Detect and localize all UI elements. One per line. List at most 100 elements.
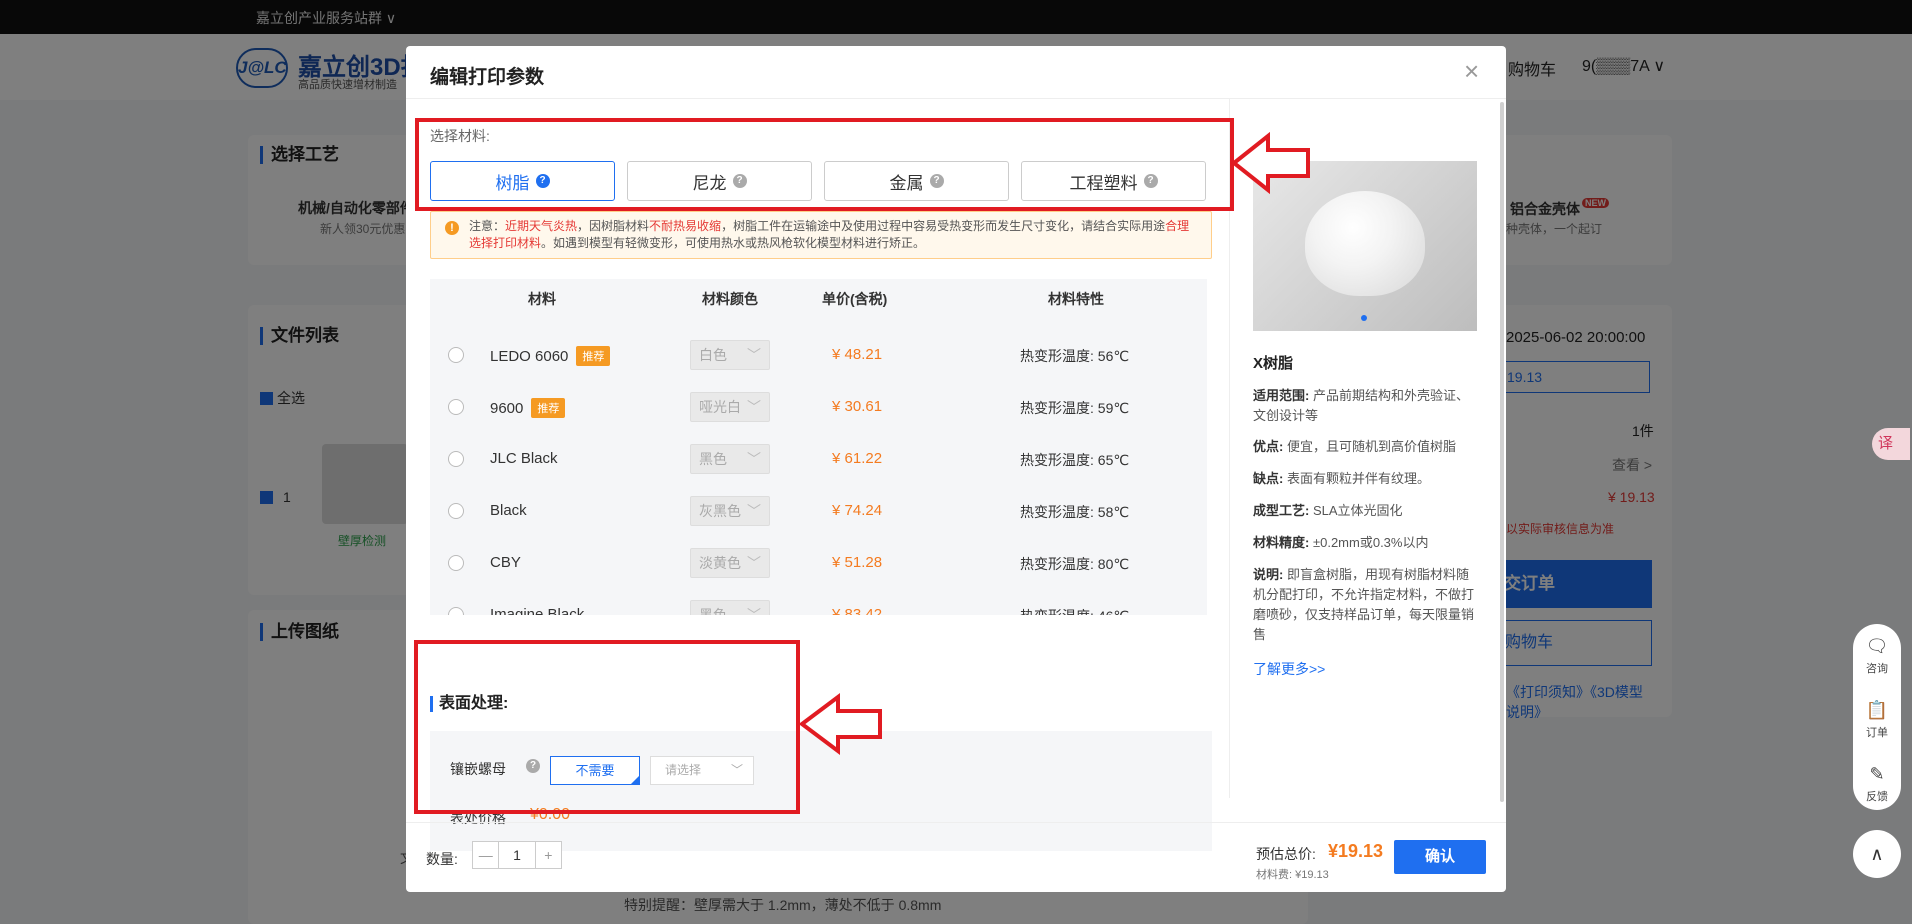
- material-name: Imagine Black: [490, 606, 584, 615]
- row-radio[interactable]: [448, 555, 464, 571]
- header-price: 单价(含税): [822, 291, 888, 307]
- color-select[interactable]: 灰黑色 ﹀: [690, 496, 770, 526]
- table-row[interactable]: JLC Black 黑色 ﹀ ¥ 61.22 热变形温度: 65℃: [430, 437, 1207, 489]
- chevron-down-icon: ﹀: [747, 555, 761, 571]
- notice-text-2: ，因树脂材料: [577, 219, 650, 233]
- info-process-text: SLA立体光固化: [1312, 503, 1403, 518]
- color-select[interactable]: 哑光白 ﹀: [690, 392, 770, 422]
- material-name-text: 9600: [490, 400, 524, 417]
- info-process: 成型工艺: SLA立体光固化: [1253, 501, 1478, 521]
- qty-plus-button[interactable]: +: [536, 842, 561, 868]
- color-value: 哑光白: [699, 399, 741, 415]
- chevron-down-icon: ﹀: [747, 607, 761, 615]
- color-select[interactable]: 淡黄色 ﹀: [690, 548, 770, 578]
- qty-input[interactable]: 1: [498, 842, 536, 868]
- color-select[interactable]: 黑色 ﹀: [690, 444, 770, 474]
- qty-minus-button[interactable]: —: [473, 842, 498, 868]
- unit-price: ¥ 61.22: [832, 450, 883, 467]
- table-row[interactable]: CBY 淡黄色 ﹀ ¥ 51.28 热变形温度: 80℃: [430, 541, 1207, 593]
- annotation-arrow-icon: [1230, 132, 1310, 194]
- unit-price: ¥ 48.21: [832, 346, 883, 363]
- learn-more-link[interactable]: 了解更多>>: [1253, 659, 1325, 679]
- info-precision: 材料精度: ±0.2mm或0.3%以内: [1253, 533, 1478, 553]
- material-property: 热变形温度: 80℃: [1020, 556, 1130, 572]
- info-process-label: 成型工艺:: [1253, 503, 1310, 518]
- clipboard-icon: 📋: [1865, 700, 1889, 720]
- info-desc-text: 即盲盒树脂，用现有树脂材料随机分配打印，不允许指定材料，不做打磨喷砂，仅支持样品…: [1253, 567, 1475, 642]
- unit-price: ¥ 51.28: [832, 554, 883, 571]
- info-pros-label: 优点:: [1253, 439, 1284, 454]
- confirm-button[interactable]: 确认: [1394, 840, 1486, 874]
- orders-label: 订单: [1866, 727, 1888, 739]
- table-row[interactable]: Black 灰黑色 ﹀ ¥ 74.24 热变形温度: 58℃: [430, 489, 1207, 541]
- unit-price: ¥ 83.42: [832, 606, 883, 615]
- material-property: 热变形温度: 46℃: [1020, 606, 1129, 615]
- feedback-button[interactable]: ✎ 反馈: [1853, 764, 1901, 804]
- chevron-down-icon: ﹀: [747, 503, 761, 519]
- color-value: 淡黄色: [699, 555, 741, 571]
- quantity-stepper: — 1 +: [472, 841, 562, 869]
- material-fee: 材料费: ¥19.13: [1256, 869, 1329, 881]
- info-precision-label: 材料精度:: [1253, 535, 1310, 550]
- info-pros-text: 便宜，且可随机到高价值树脂: [1286, 439, 1456, 454]
- footer-divider: [406, 822, 1506, 823]
- recommend-tag: 推荐: [576, 346, 611, 366]
- color-value: 白色: [699, 347, 727, 363]
- dialog-title: 编辑打印参数: [430, 67, 545, 88]
- table-row[interactable]: LEDO 6060 推荐 白色 ﹀ ¥ 48.21 热变形温度: 56℃: [430, 333, 1207, 385]
- consult-button[interactable]: 🗨 咨询: [1853, 636, 1901, 676]
- annotation-box-materials: [415, 118, 1234, 211]
- material-property: 热变形温度: 56℃: [1020, 348, 1130, 364]
- table-row[interactable]: 9600 推荐 哑光白 ﹀ ¥ 30.61 热变形温度: 59℃: [430, 385, 1207, 437]
- info-cons: 缺点: 表面有颗粒并伴有纹理。: [1253, 469, 1478, 489]
- dialog-scrollbar[interactable]: [1500, 102, 1504, 802]
- material-name: CBY: [490, 554, 521, 571]
- row-radio[interactable]: [448, 607, 464, 615]
- unit-price: ¥ 74.24: [832, 502, 883, 519]
- translate-icon[interactable]: 译: [1872, 428, 1910, 460]
- info-desc-label: 说明:: [1253, 567, 1284, 582]
- carousel-dot[interactable]: [1361, 315, 1367, 321]
- chevron-down-icon: ﹀: [747, 451, 761, 467]
- material-property: 热变形温度: 59℃: [1020, 400, 1130, 416]
- color-value: 灰黑色: [699, 503, 741, 519]
- quantity-label: 数量:: [426, 851, 458, 867]
- notice-text-4: 。如遇到模型有轻微变形，可使用热水或热风枪软化模型材料进行矫正。: [541, 236, 926, 250]
- header-material: 材料: [528, 291, 556, 307]
- material-name-text: Imagine Black: [490, 606, 585, 615]
- notice-highlight-1: 近期天气炎热: [505, 219, 578, 233]
- material-name: 9600 推荐: [490, 398, 566, 418]
- info-pros: 优点: 便宜，且可随机到高价值树脂: [1253, 437, 1478, 457]
- header-color: 材料颜色: [702, 291, 758, 307]
- row-radio[interactable]: [448, 503, 464, 519]
- title-divider: [406, 98, 1506, 99]
- notice-highlight-2: 不耐热易收缩: [649, 219, 722, 233]
- back-to-top-button[interactable]: ∧: [1853, 830, 1901, 878]
- close-icon[interactable]: ×: [1464, 56, 1479, 86]
- unit-price: ¥ 30.61: [832, 398, 883, 415]
- color-select[interactable]: 黑色 ﹀: [690, 600, 770, 615]
- chevron-down-icon: ﹀: [747, 347, 761, 363]
- material-name: Black: [490, 502, 527, 519]
- orders-button[interactable]: 📋 订单: [1853, 700, 1901, 740]
- row-radio[interactable]: [448, 451, 464, 467]
- material-table: 材料 材料颜色 单价(含税) 材料特性 LEDO 6060 推荐 白色 ﹀ ¥ 48…: [430, 279, 1207, 615]
- info-scope-label: 适用范围:: [1253, 388, 1310, 403]
- info-cons-label: 缺点:: [1253, 471, 1284, 486]
- material-property: 热变形温度: 65℃: [1020, 452, 1130, 468]
- table-row[interactable]: Imagine Black 黑色 ﹀ ¥ 83.42 热变形温度: 46℃: [430, 593, 1207, 615]
- color-select[interactable]: 白色 ﹀: [690, 340, 770, 370]
- row-radio[interactable]: [448, 399, 464, 415]
- annotation-arrow-icon: [798, 693, 882, 755]
- row-radio[interactable]: [448, 347, 464, 363]
- info-scope: 适用范围: 产品前期结构和外壳验证、文创设计等: [1253, 386, 1478, 426]
- info-cons-text: 表面有颗粒并伴有纹理。: [1286, 471, 1430, 486]
- material-name: LEDO 6060 推荐: [490, 346, 611, 366]
- consult-label: 咨询: [1866, 663, 1888, 675]
- estimated-total-value: ¥19.13: [1328, 841, 1384, 861]
- material-name-text: CBY: [490, 554, 521, 571]
- floating-toolbar: 🗨 咨询 📋 订单 ✎ 反馈: [1853, 624, 1901, 810]
- recommend-tag: 推荐: [531, 398, 566, 418]
- color-value: 黑色: [699, 451, 727, 467]
- pencil-icon: ✎: [1869, 764, 1885, 784]
